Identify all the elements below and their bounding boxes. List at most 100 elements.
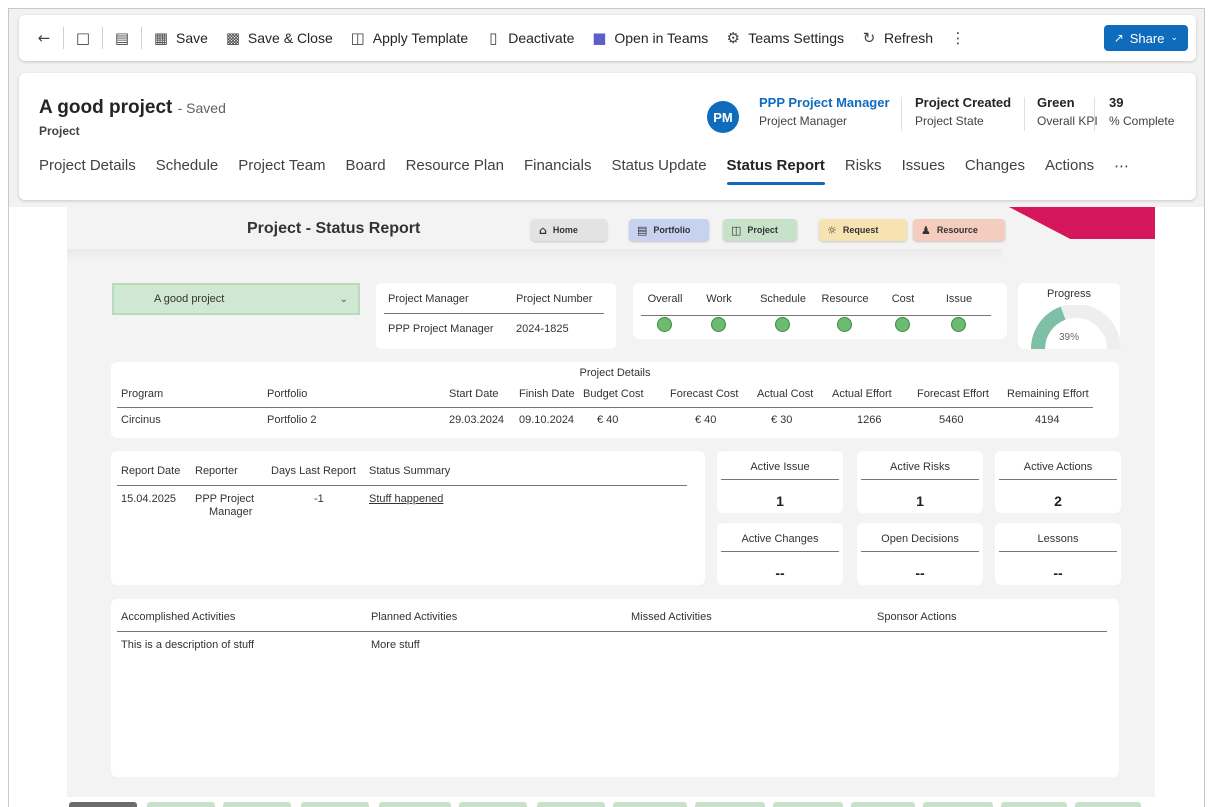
kpi-value: -- bbox=[775, 565, 785, 581]
open-new-window-button[interactable]: □ bbox=[66, 22, 100, 54]
nav-resource-button[interactable]: ♟ Resource bbox=[913, 219, 1005, 241]
page-tab-issues[interactable]: Issues bbox=[379, 802, 451, 807]
deactivate-icon: ▯ bbox=[489, 29, 498, 47]
teams-settings-label: Teams Settings bbox=[748, 30, 844, 46]
kpi-title: Active Risks bbox=[890, 461, 950, 473]
share-icon: ↗ bbox=[1113, 31, 1124, 45]
activity-value-planned-activities: More stuff bbox=[371, 639, 420, 651]
page-tab-decisions[interactable]: Decisions bbox=[695, 802, 765, 807]
kpi-card-lessons: Lessons -- bbox=[995, 523, 1121, 585]
project-state-field: Project Created Project State bbox=[915, 95, 1011, 128]
activities-card: Accomplished Activities This is a descrip… bbox=[111, 599, 1119, 777]
open-in-teams-button[interactable]: ■ Open in Teams bbox=[582, 22, 716, 54]
tab-changes[interactable]: Changes bbox=[955, 157, 1035, 185]
progress-value: 39% bbox=[1058, 332, 1079, 343]
page-tab-requirements[interactable]: Requirements bbox=[1001, 802, 1067, 807]
owner-field[interactable]: PPP Project Manager Project Manager bbox=[759, 95, 890, 128]
kpi-title: Open Decisions bbox=[881, 533, 959, 545]
more-tabs-button[interactable]: ⋯ bbox=[1104, 157, 1139, 185]
activity-header-sponsor-actions: Sponsor Actions bbox=[877, 611, 957, 623]
project-slicer[interactable]: A good project ⌄ bbox=[112, 283, 360, 315]
status-dot-work bbox=[711, 317, 726, 332]
save-close-icon: ▩ bbox=[225, 29, 241, 47]
page-tab-financials[interactable]: Financials bbox=[223, 802, 291, 807]
save-close-button[interactable]: ▩ Save & Close bbox=[216, 22, 341, 54]
page-tab-timeline[interactable]: Timeline bbox=[147, 802, 215, 807]
tab-financials[interactable]: Financials bbox=[514, 157, 602, 185]
refresh-button[interactable]: ↻ Refresh bbox=[852, 22, 941, 54]
project-number-value: 2024-1825 bbox=[516, 323, 569, 335]
avatar: PM bbox=[707, 101, 739, 133]
status-dot-cost bbox=[895, 317, 910, 332]
page-tab-lessons[interactable]: Lessons bbox=[773, 802, 843, 807]
page-tab-actions[interactable]: Actions bbox=[613, 802, 687, 807]
tab-project-details[interactable]: Project Details bbox=[39, 157, 146, 185]
status-header-overall: Overall bbox=[647, 293, 683, 305]
tab-status-update[interactable]: Status Update bbox=[601, 157, 716, 185]
project-state-value: Project Created bbox=[915, 95, 1012, 110]
status-lights-card: Overall Work Schedule Resource Cost Issue bbox=[633, 283, 1007, 339]
kpi-card-active-changes: Active Changes -- bbox=[717, 523, 843, 585]
nav-project-button[interactable]: ◫ Project bbox=[723, 219, 797, 241]
divider bbox=[117, 631, 1107, 632]
kpi-value: 1 bbox=[776, 493, 784, 509]
divider bbox=[999, 479, 1117, 480]
page-tab-changes[interactable]: Changes bbox=[537, 802, 605, 807]
tab-issues[interactable]: Issues bbox=[892, 157, 955, 185]
save-close-label: Save & Close bbox=[247, 30, 333, 46]
teams-settings-button[interactable]: ⚙ Teams Settings bbox=[716, 22, 852, 54]
page-tab-benefits[interactable]: Benefits bbox=[851, 802, 915, 807]
nav-request-button[interactable]: ☼ Request bbox=[819, 219, 907, 241]
entity-name: Project bbox=[39, 124, 80, 138]
kpi-title: Active Issue bbox=[750, 461, 810, 473]
tab-actions[interactable]: Actions bbox=[1035, 157, 1104, 185]
pm-header: Project Manager bbox=[388, 293, 469, 305]
details-header-forecast-effort: Forecast Effort bbox=[917, 388, 989, 400]
page-tab-effort[interactable]: Effort bbox=[301, 802, 369, 807]
tab-project-team[interactable]: Project Team bbox=[228, 157, 335, 185]
tab-board[interactable]: Board bbox=[336, 157, 396, 185]
nav-home-button[interactable]: ⌂ Home bbox=[531, 219, 607, 241]
divider bbox=[117, 407, 1093, 408]
deactivate-button[interactable]: ▯ Deactivate bbox=[476, 22, 582, 54]
kpi-title: Active Changes bbox=[741, 533, 819, 545]
title-shadow bbox=[67, 249, 1002, 261]
status-summary-link[interactable]: Stuff happened bbox=[369, 493, 443, 505]
divider bbox=[1094, 97, 1095, 131]
apply-template-button[interactable]: ◫ Apply Template bbox=[341, 22, 476, 54]
form-options-button[interactable]: ▤ bbox=[105, 22, 139, 54]
more-commands-button[interactable]: ⋮ bbox=[941, 22, 975, 54]
kpi-value: 2 bbox=[1054, 493, 1062, 509]
details-header-start-date: Start Date bbox=[449, 388, 499, 400]
details-value-actual-cost: € 30 bbox=[771, 414, 793, 426]
tab-risks[interactable]: Risks bbox=[835, 157, 892, 185]
activity-header-planned-activities: Planned Activities bbox=[371, 611, 458, 623]
details-value-program: Circinus bbox=[121, 414, 161, 426]
page-tab-status-report[interactable]: Status Report bbox=[69, 802, 137, 807]
tab-status-report[interactable]: Status Report bbox=[717, 157, 835, 185]
divider bbox=[384, 313, 604, 314]
page-tab-stakeholder[interactable]: Stakeholder bbox=[1075, 802, 1141, 807]
progress-card: Progress 39% bbox=[1018, 283, 1121, 350]
details-value-actual-effort: 1266 bbox=[857, 414, 882, 426]
divider bbox=[721, 551, 839, 552]
kpi-title: Lessons bbox=[1037, 533, 1079, 545]
status-dot-schedule bbox=[775, 317, 790, 332]
details-header-actual-cost: Actual Cost bbox=[757, 388, 814, 400]
brand-corner bbox=[1009, 207, 1155, 239]
status-dot-issue bbox=[951, 317, 966, 332]
kpi-card-open-decisions: Open Decisions -- bbox=[857, 523, 983, 585]
page-tab-objectives[interactable]: Objectives bbox=[923, 802, 993, 807]
status-header-cost: Cost bbox=[891, 293, 915, 305]
nav-portfolio-button[interactable]: ▤ Portfolio bbox=[629, 219, 709, 241]
tab-resource-plan[interactable]: Resource Plan bbox=[396, 157, 514, 185]
details-value-finish-date: 09.10.2024 bbox=[519, 414, 575, 426]
share-button[interactable]: ↗ Share ⌄ bbox=[1103, 25, 1188, 51]
back-button[interactable]: ← bbox=[27, 22, 61, 54]
owner-name[interactable]: PPP Project Manager bbox=[759, 95, 890, 110]
tab-schedule[interactable]: Schedule bbox=[146, 157, 229, 185]
save-button[interactable]: ▦ Save bbox=[144, 22, 216, 54]
page-tab-risks[interactable]: Risks bbox=[459, 802, 527, 807]
divider bbox=[861, 551, 979, 552]
percent-complete-field: 39 % Complete bbox=[1109, 95, 1174, 128]
